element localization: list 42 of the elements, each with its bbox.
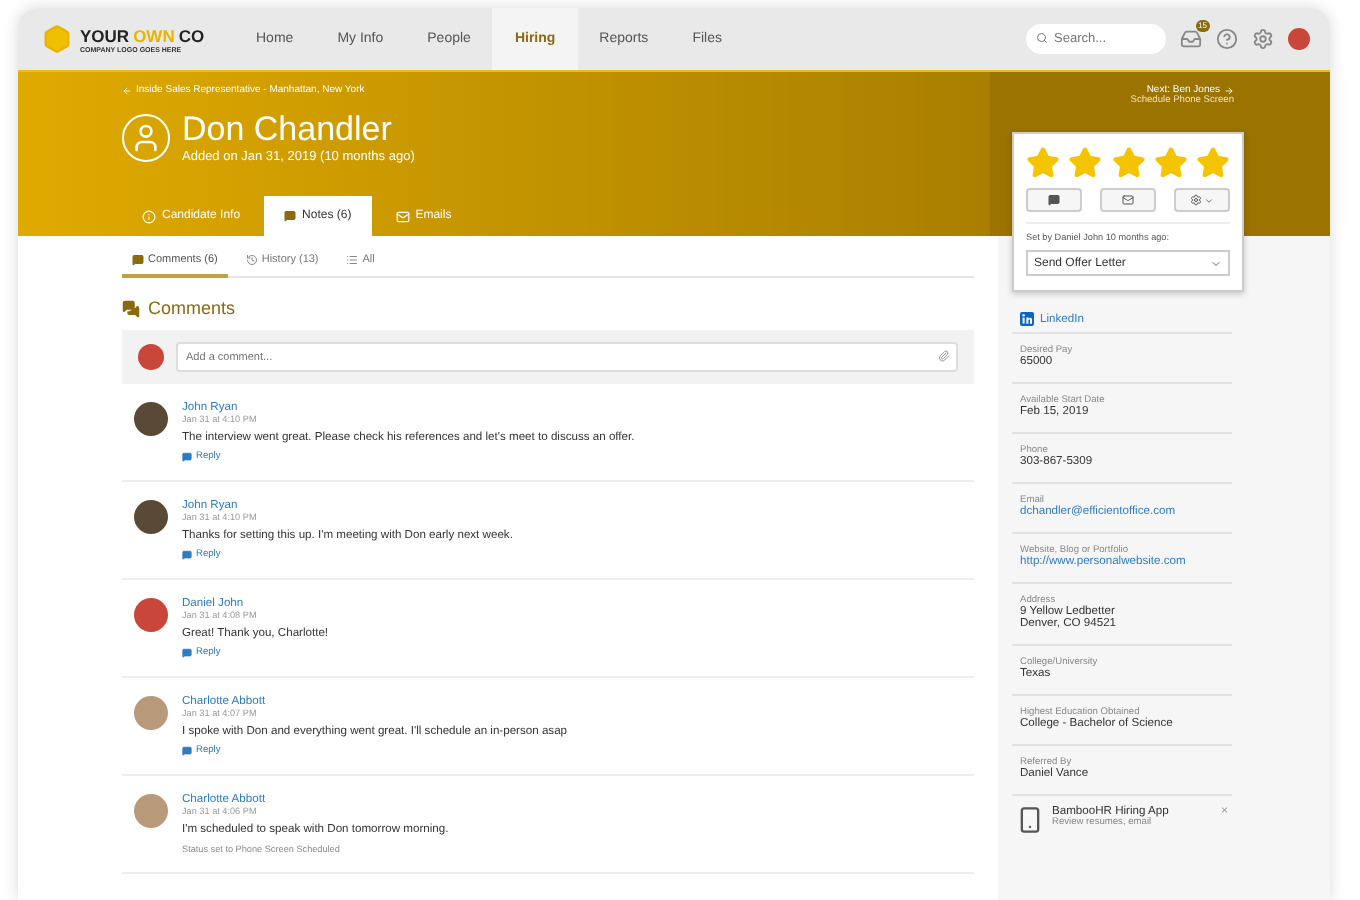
user-avatar[interactable] [1288, 28, 1310, 50]
star-icon[interactable] [1153, 146, 1188, 180]
list-icon [346, 254, 359, 266]
phone-icon [1016, 806, 1044, 834]
star-icon[interactable] [1111, 146, 1145, 180]
mail-icon [1122, 194, 1134, 206]
inbox-icon[interactable] [1180, 28, 1202, 50]
reply-icon [182, 746, 192, 756]
star-icon[interactable] [1068, 146, 1103, 180]
arrow-right-icon [1224, 85, 1234, 95]
user-avatar [138, 344, 164, 370]
linkedin-icon [1020, 312, 1034, 326]
logo-icon [42, 24, 72, 54]
gear-icon [1190, 194, 1202, 206]
comment-icon [132, 254, 144, 266]
email-button[interactable] [1100, 188, 1156, 212]
comment-icon [284, 210, 297, 222]
logo-word: YOUR [80, 25, 130, 45]
star-icon[interactable] [1196, 146, 1230, 180]
candidate-avatar-icon [122, 113, 170, 162]
mail-icon [395, 209, 410, 223]
candidate-name: Don Chandler [182, 112, 394, 150]
caret-icon [1210, 257, 1222, 269]
logo-word: CO [178, 25, 205, 45]
info-icon [142, 209, 156, 223]
comments-icon [122, 299, 140, 317]
help-icon[interactable] [1216, 28, 1238, 50]
logo-word: OWN [133, 25, 175, 45]
comment-button[interactable] [1026, 188, 1082, 212]
section-title: Comments [148, 298, 236, 318]
reply-icon [182, 648, 192, 658]
star-icon[interactable] [1026, 146, 1060, 180]
settings-icon[interactable] [1252, 28, 1274, 50]
history-icon [245, 254, 258, 266]
reply-icon [182, 550, 192, 560]
settings-button[interactable] [1174, 188, 1230, 212]
reply-icon [182, 452, 192, 462]
search-icon [1036, 32, 1048, 44]
caret-icon [1204, 195, 1214, 205]
arrow-left-icon [122, 85, 132, 95]
attach-icon[interactable] [938, 350, 950, 362]
comment-icon [1048, 194, 1060, 206]
